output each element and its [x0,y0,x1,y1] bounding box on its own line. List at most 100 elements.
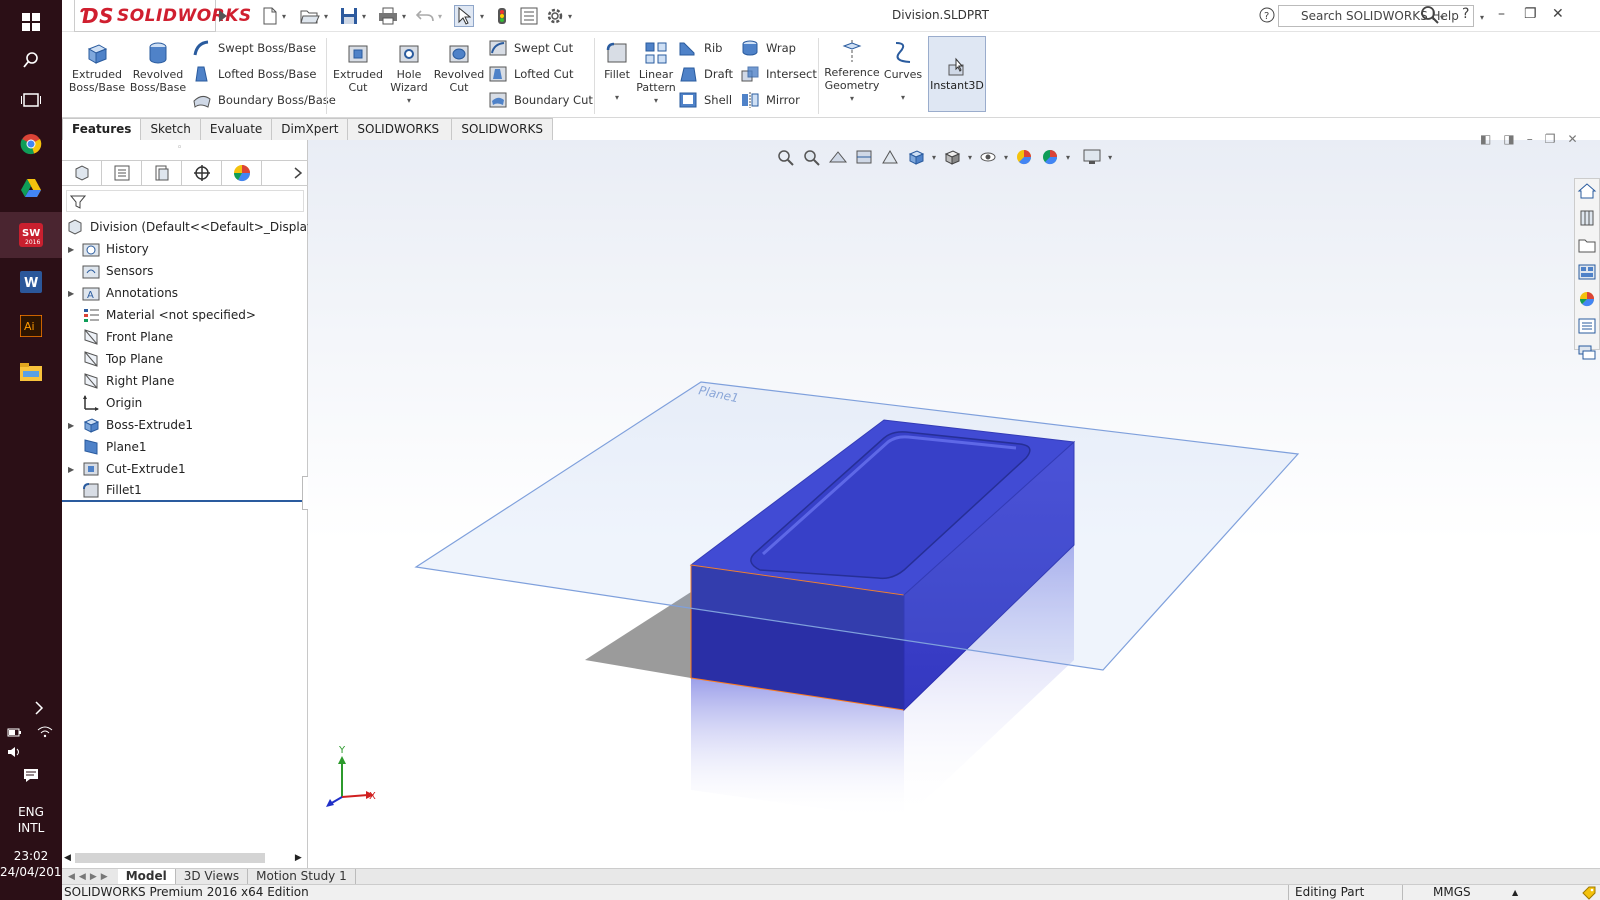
chevron-right-icon[interactable] [8,696,70,720]
shell-button[interactable]: Shell [678,90,732,110]
tree-item-top-plane[interactable]: Top Plane [62,348,308,370]
tag-icon[interactable] [1582,886,1596,900]
feature-tree-tab-icon[interactable] [62,161,102,185]
word-icon[interactable]: W [0,260,62,304]
panel-splitter-handle[interactable]: ◦ [177,143,182,153]
scroll-right-arrow-icon[interactable]: ▶ [295,853,302,863]
revolved-cut-button[interactable]: Revolved Cut [434,40,484,94]
fillet-dropdown-icon[interactable]: ▾ [615,91,619,104]
tree-item-fillet1[interactable]: Fillet1 [62,480,308,502]
print-icon[interactable]: ▾ [378,5,406,27]
tree-item-front-plane[interactable]: Front Plane [62,326,308,348]
feature-tree-filter[interactable] [66,190,304,212]
tree-item-boss-extrude1[interactable]: ▶ Boss-Extrude1 [62,414,308,436]
tab-model[interactable]: Model [117,869,176,884]
rebuild-icon[interactable] [496,5,508,27]
search-magnifier-icon[interactable] [1420,5,1440,28]
search-dropdown-arrow-icon[interactable]: ▾ [1440,8,1444,24]
tree-root-division[interactable]: Division (Default<<Default>_Display Stat [62,216,308,238]
tab-sketch[interactable]: Sketch [140,118,201,140]
dimxpert-manager-tab-icon[interactable] [182,161,222,185]
file-properties-icon[interactable] [520,5,538,27]
expand-arrow-icon[interactable]: ▶ [68,421,82,430]
volume-icon[interactable] [0,742,30,762]
help-question-icon[interactable]: ? [1462,6,1469,22]
tab-motion-study[interactable]: Motion Study 1 [248,869,356,884]
tree-horizontal-scrollbar[interactable]: ◀ ▶ [62,850,308,866]
linear-pattern-button[interactable]: Linear Pattern ▾ [634,40,678,107]
tree-item-annotations[interactable]: ▶ A Annotations [62,282,308,304]
solidworks-taskbar-icon[interactable]: SW 2016 [0,212,62,258]
new-document-icon[interactable]: ▾ [262,5,286,27]
wrap-button[interactable]: Wrap [740,38,796,58]
wifi-icon[interactable] [30,722,60,742]
file-explorer-icon[interactable] [0,350,62,394]
save-icon[interactable]: ▾ [340,5,366,27]
tree-item-material[interactable]: Material <not specified> [62,304,308,326]
tab-addins[interactable]: SOLIDWORKS Add-Ins [347,118,453,157]
curves-button[interactable]: Curves ▾ [882,40,924,104]
units-menu-arrow-icon[interactable]: ▲ [1512,885,1518,900]
swept-boss-button[interactable]: Swept Boss/Base [192,38,316,58]
tree-item-history[interactable]: ▶ History [62,238,308,260]
close-icon[interactable]: ✕ [1552,6,1564,22]
hole-wizard-button[interactable]: Hole Wizard ▾ [384,40,434,107]
tree-item-plane1[interactable]: Plane1 [62,436,308,458]
select-pointer-icon[interactable] [454,5,474,27]
reference-geometry-button[interactable]: Reference Geometry ▾ [822,38,882,105]
select-dropdown-arrow-icon[interactable]: ▾ [480,5,484,27]
solidworks-logo[interactable]: ƊS SOLIDWORKS [74,0,251,32]
expand-arrow-icon[interactable]: ▶ [68,465,82,474]
chrome-icon[interactable] [0,122,62,166]
fillet-button[interactable]: Fillet ▾ [598,40,636,104]
display-manager-tab-icon[interactable] [222,161,262,185]
extruded-cut-button[interactable]: Extruded Cut [332,40,384,94]
tree-item-sensors[interactable]: Sensors [62,260,308,282]
swept-cut-button[interactable]: Swept Cut [488,38,573,58]
google-drive-icon[interactable] [0,166,62,210]
options-gear-icon[interactable]: ▾ [546,5,572,27]
boundary-cut-button[interactable]: Boundary Cut [488,90,593,110]
open-folder-icon[interactable]: ▾ [300,5,328,27]
search-help-input[interactable]: Search SOLIDWORKS Help [1278,5,1474,27]
tree-item-cut-extrude1[interactable]: ▶ Cut-Extrude1 [62,458,308,480]
model-scene[interactable]: Plane1 Y X [308,140,1600,868]
linear-pattern-dropdown-icon[interactable]: ▾ [654,94,658,107]
instant3d-button[interactable]: Instant3D [928,36,986,112]
rib-button[interactable]: Rib [678,38,723,58]
draft-button[interactable]: Draft [678,64,733,84]
power-icon[interactable] [0,722,30,742]
property-manager-tab-icon[interactable] [102,161,142,185]
notification-icon[interactable] [0,764,62,786]
scroll-left-arrow-icon[interactable]: ◀ [64,853,71,863]
status-units[interactable]: MMGS [1402,885,1471,900]
plane1-outline[interactable] [414,381,1300,671]
help-dropdown-arrow-icon[interactable]: ▾ [1480,8,1484,24]
curves-dropdown-icon[interactable]: ▾ [901,91,905,104]
boundary-boss-button[interactable]: Boundary Boss/Base [192,90,336,110]
task-view-icon[interactable] [0,78,62,122]
tab-mbd[interactable]: SOLIDWORKS MBD [451,118,553,157]
clock[interactable]: 23:02 24/04/2016 [0,848,69,880]
intersect-button[interactable]: Intersect [740,64,817,84]
tab-features[interactable]: Features [62,118,142,140]
tab-evaluate[interactable]: Evaluate [199,118,273,140]
expand-arrow-icon[interactable]: ▶ [68,289,82,298]
scroll-thumb[interactable] [74,853,265,863]
expand-menu-arrow-icon[interactable] [218,5,228,27]
expand-arrow-icon[interactable]: ▶ [68,245,82,254]
extruded-boss-button[interactable]: Extruded Boss/Base [69,40,125,94]
tree-item-origin[interactable]: Origin [62,392,308,414]
lofted-boss-button[interactable]: Lofted Boss/Base [192,64,316,84]
mirror-button[interactable]: Mirror [740,90,800,110]
tree-item-right-plane[interactable]: Right Plane [62,370,308,392]
restore-icon[interactable]: ❐ [1524,6,1537,22]
hole-wizard-dropdown-icon[interactable]: ▾ [407,94,411,107]
reference-geometry-dropdown-icon[interactable]: ▾ [850,92,854,105]
search-icon[interactable] [0,38,62,82]
undo-icon[interactable]: ▾ [416,5,442,27]
revolved-boss-button[interactable]: Revolved Boss/Base [130,40,186,94]
illustrator-icon[interactable]: Ai [0,304,62,348]
configuration-manager-tab-icon[interactable] [142,161,182,185]
minimize-icon[interactable]: – [1498,6,1505,22]
